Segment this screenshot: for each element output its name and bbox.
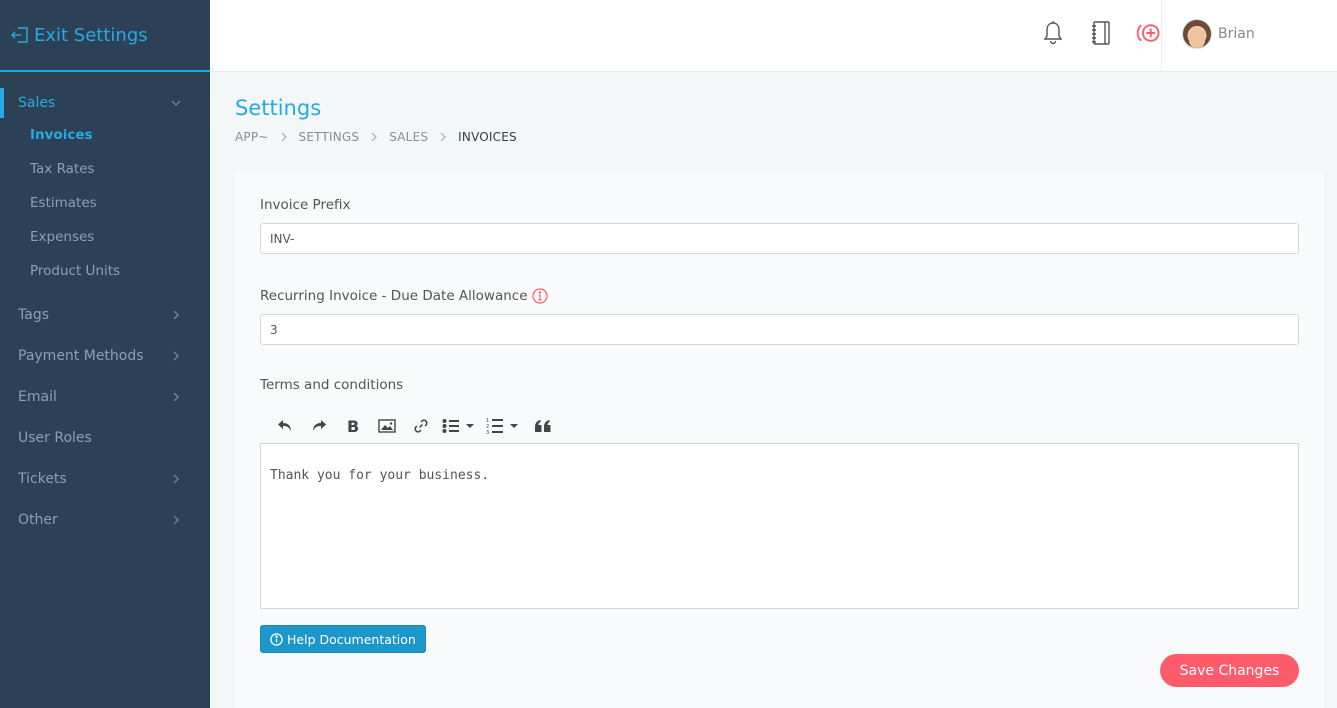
blockquote-button[interactable] [526,413,560,439]
sidebar-item-tax-rates[interactable]: Tax Rates [0,152,210,186]
sidebar-group-label: Payment Methods [18,347,144,364]
user-name: Brian [1218,26,1255,42]
breadcrumb-invoices: INVOICES [458,130,517,144]
image-button[interactable] [370,413,404,439]
info-icon [270,632,283,646]
save-changes-button[interactable]: Save Changes [1160,654,1299,687]
caret-down-icon [466,424,474,428]
exit-settings-label: Exit Settings [34,24,148,46]
sidebar-group-label: Tickets [18,470,67,487]
terms-label-text: Terms and conditions [260,377,404,393]
sidebar-group-label: Email [18,388,57,405]
sidebar-group-sales[interactable]: Sales [0,88,210,118]
invoice-settings-card: Invoice Prefix INV- Recurring Invoice - … [235,171,1324,708]
notebook-button[interactable] [1088,18,1114,48]
bullet-list-button[interactable] [438,413,482,439]
chevron-right-icon [440,132,447,142]
undo-button[interactable] [268,413,302,439]
info-icon[interactable] [531,288,548,304]
editor-toolbar: B 123 [260,413,1299,439]
add-circle-icon [1136,24,1160,42]
exit-settings-link[interactable]: Exit Settings [0,0,210,72]
help-documentation-label: Help Documentation [287,631,416,647]
chevron-right-icon [173,392,179,401]
sidebar-group-tags[interactable]: Tags [0,294,210,335]
sidebar-group-user-roles[interactable]: User Roles [0,417,210,458]
notifications-button[interactable] [1040,18,1066,48]
user-menu[interactable]: Brian [1182,19,1255,49]
due-date-allowance-label: Recurring Invoice - Due Date Allowance [260,288,1299,304]
sales-submenu: Invoices Tax Rates Estimates Expenses Pr… [0,118,210,294]
page-title: Settings [235,96,322,120]
sidebar-group-other[interactable]: Other [0,499,210,540]
sidebar-group-payment-methods[interactable]: Payment Methods [0,335,210,376]
settings-nav: Sales Invoices Tax Rates Estimates Expen… [0,72,210,540]
svg-text:B: B [347,418,359,434]
sidebar: Exit Settings Sales Invoices Tax Rates E… [0,0,210,708]
terms-editor[interactable]: Thank you for your business. [260,443,1299,609]
sidebar-item-product-units[interactable]: Product Units [0,254,210,288]
due-date-allowance-label-text: Recurring Invoice - Due Date Allowance [260,288,528,304]
bold-icon: B [347,418,359,434]
exit-icon [11,27,28,43]
chevron-right-icon [173,474,179,483]
quote-icon [535,420,551,432]
chevron-down-icon [171,100,181,106]
breadcrumb-sales[interactable]: SALES [389,130,428,144]
numbered-list-icon: 123 [486,418,503,435]
link-button[interactable] [404,413,438,439]
image-icon [378,419,396,433]
sidebar-group-label: User Roles [18,429,92,446]
main-content: Settings APP~ SETTINGS SALES INVOICES In… [210,72,1337,708]
chevron-right-icon [281,132,287,142]
due-date-allowance-input[interactable]: 3 [260,314,1299,345]
link-icon [414,419,428,433]
bell-icon [1043,21,1063,45]
top-divider [1161,0,1162,72]
chevron-right-icon [173,515,179,524]
notebook-icon [1092,21,1110,45]
top-bar: Brian [210,0,1337,72]
undo-icon [278,420,291,431]
redo-icon [313,420,326,431]
breadcrumb: APP~ SETTINGS SALES INVOICES [235,130,1312,144]
sidebar-item-expenses[interactable]: Expenses [0,220,210,254]
chevron-right-icon [173,351,179,360]
invoice-prefix-label: Invoice Prefix [260,197,1299,213]
sidebar-group-email[interactable]: Email [0,376,210,417]
breadcrumb-settings[interactable]: SETTINGS [299,130,360,144]
svg-text:3: 3 [486,430,489,435]
terms-label: Terms and conditions [260,377,1299,393]
quick-add-button[interactable] [1136,18,1162,48]
caret-down-icon [510,424,518,428]
bold-button[interactable]: B [336,413,370,439]
chevron-right-icon [371,132,378,142]
chevron-right-icon [173,310,179,319]
avatar [1182,19,1212,49]
bullet-list-icon [442,419,459,433]
numbered-list-button[interactable]: 123 [482,413,526,439]
sidebar-item-invoices[interactable]: Invoices [0,118,210,152]
sidebar-group-label: Sales [18,95,56,111]
invoice-prefix-input[interactable]: INV- [260,223,1299,254]
sidebar-item-estimates[interactable]: Estimates [0,186,210,220]
sidebar-group-label: Other [18,511,58,528]
help-documentation-button[interactable]: Help Documentation [260,625,426,653]
top-icons [1040,18,1162,48]
sidebar-group-tickets[interactable]: Tickets [0,458,210,499]
invoice-prefix-label-text: Invoice Prefix [260,197,351,213]
redo-button[interactable] [302,413,336,439]
breadcrumb-app[interactable]: APP~ [235,130,269,144]
sidebar-group-label: Tags [18,306,49,323]
